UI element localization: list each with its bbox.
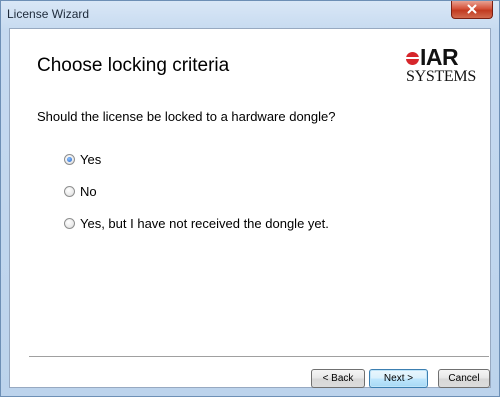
option-yes[interactable]: Yes xyxy=(64,151,101,167)
back-button[interactable]: < Back xyxy=(311,369,365,388)
logo-text-iar: IAR xyxy=(420,44,459,70)
wizard-page: Choose locking criteria IAR SYSTEMS Shou… xyxy=(9,28,491,388)
dongle-question: Should the license be locked to a hardwa… xyxy=(37,109,336,124)
title-bar[interactable]: License Wizard xyxy=(1,1,499,28)
license-wizard-window: License Wizard Choose locking criteria I… xyxy=(0,0,500,397)
cancel-button[interactable]: Cancel xyxy=(438,369,490,388)
radio-yes-not-received[interactable] xyxy=(64,217,75,229)
option-yes-not-received[interactable]: Yes, but I have not received the dongle … xyxy=(64,215,329,231)
logo-text-systems: SYSTEMS xyxy=(406,68,476,85)
button-separator xyxy=(29,356,489,358)
option-yes-label: Yes xyxy=(80,151,102,167)
page-title: Choose locking criteria xyxy=(37,55,230,76)
iar-logo-dot xyxy=(406,52,419,65)
option-no-label: No xyxy=(80,183,97,199)
radio-yes[interactable] xyxy=(64,153,75,165)
radio-no[interactable] xyxy=(64,185,75,197)
window-title: License Wizard xyxy=(7,7,90,21)
close-button[interactable] xyxy=(451,1,493,19)
next-button[interactable]: Next > xyxy=(369,369,428,388)
option-yes-not-received-label: Yes, but I have not received the dongle … xyxy=(80,215,329,231)
option-no[interactable]: No xyxy=(64,183,97,199)
iar-systems-logo: IAR SYSTEMS xyxy=(403,44,483,88)
close-icon xyxy=(467,4,477,14)
